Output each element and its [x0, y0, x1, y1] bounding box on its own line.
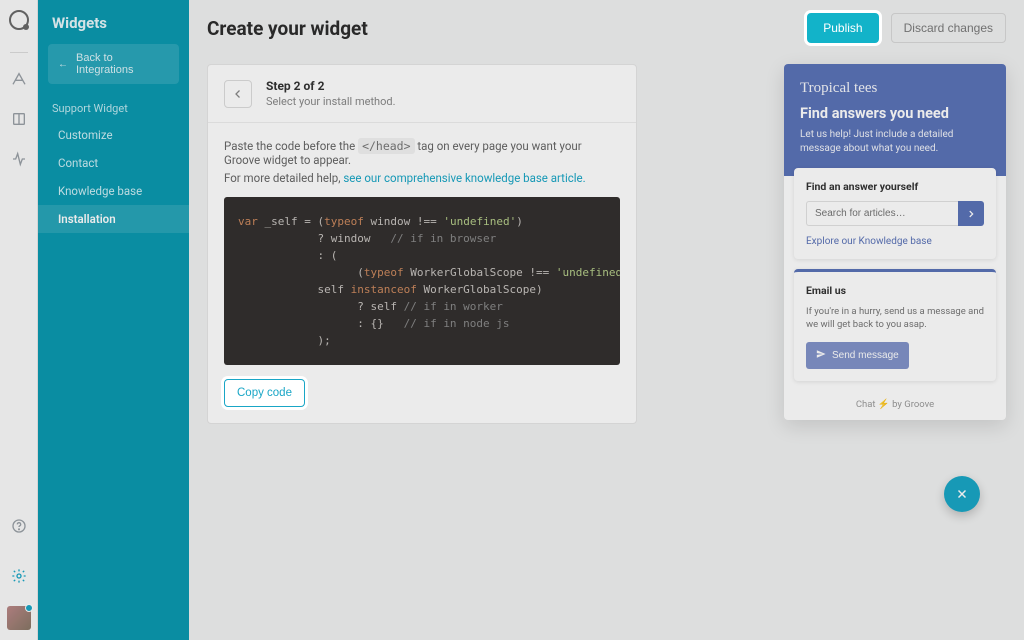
- font-icon[interactable]: [9, 69, 29, 89]
- arrow-left-icon: ←: [58, 59, 68, 70]
- paper-plane-icon: [816, 349, 826, 362]
- sidebar: Widgets ← Back to Integrations Support W…: [38, 0, 189, 640]
- preview-brand: Tropical tees: [800, 80, 990, 97]
- back-to-integrations-button[interactable]: ← Back to Integrations: [48, 44, 179, 84]
- publish-button[interactable]: Publish: [807, 13, 878, 43]
- topbar: Create your widget Publish Discard chang…: [189, 0, 1024, 56]
- close-fab[interactable]: [944, 476, 980, 512]
- step-count: Step 2 of 2: [266, 79, 395, 93]
- page-title: Create your widget: [207, 17, 368, 40]
- copy-code-button[interactable]: Copy code: [224, 379, 305, 407]
- sidebar-item-knowledge-base[interactable]: Knowledge base: [38, 177, 189, 205]
- settings-icon[interactable]: [9, 566, 29, 586]
- kb-article-link[interactable]: see our comprehensive knowledge base art…: [343, 171, 585, 185]
- app-logo-icon[interactable]: [9, 10, 29, 30]
- main-content: Create your widget Publish Discard chang…: [189, 0, 1024, 640]
- back-label: Back to Integrations: [76, 52, 169, 76]
- sidebar-item-customize[interactable]: Customize: [38, 121, 189, 149]
- preview-panel2-title: Email us: [806, 284, 984, 297]
- step-subtitle: Select your install method.: [266, 95, 395, 108]
- sidebar-section-label: Support Widget: [38, 98, 189, 121]
- preview-search-button[interactable]: [958, 201, 984, 226]
- widget-preview: Tropical tees Find answers you need Let …: [784, 64, 1006, 420]
- preview-search-panel: Find an answer yourself Explore our Know…: [794, 168, 996, 259]
- user-avatar[interactable]: [7, 606, 31, 630]
- install-code-block[interactable]: var _self = (typeof window !== 'undefine…: [224, 197, 620, 365]
- preview-panel2-body: If you're in a hurry, send us a message …: [806, 305, 984, 332]
- book-icon[interactable]: [9, 109, 29, 129]
- install-card: Step 2 of 2 Select your install method. …: [207, 64, 637, 424]
- activity-icon[interactable]: [9, 149, 29, 169]
- preview-email-panel: Email us If you're in a hurry, send us a…: [794, 269, 996, 381]
- preview-panel1-title: Find an answer yourself: [806, 180, 984, 193]
- bolt-icon: ⚡: [878, 399, 890, 410]
- preview-footer: Chat ⚡ by Groove: [784, 391, 1006, 420]
- step-back-button[interactable]: [224, 80, 252, 108]
- preview-send-button[interactable]: Send message: [806, 342, 909, 369]
- close-icon: [955, 487, 969, 501]
- preview-kb-link[interactable]: Explore our Knowledge base: [806, 236, 984, 247]
- preview-headline: Find answers you need: [800, 105, 990, 122]
- icon-rail: [0, 0, 38, 640]
- sidebar-item-contact[interactable]: Contact: [38, 149, 189, 177]
- rail-separator: [10, 52, 28, 53]
- preview-search-input[interactable]: [806, 201, 958, 226]
- instructions-help: For more detailed help, see our comprehe…: [224, 171, 620, 185]
- preview-header: Tropical tees Find answers you need Let …: [784, 64, 1006, 176]
- head-tag-code: </head>: [358, 138, 414, 154]
- sidebar-item-installation[interactable]: Installation: [38, 205, 189, 233]
- help-icon[interactable]: [9, 516, 29, 536]
- preview-subtext: Let us help! Just include a detailed mes…: [800, 128, 990, 156]
- instructions-text: Paste the code before the </head> tag on…: [224, 139, 620, 167]
- discard-button[interactable]: Discard changes: [891, 13, 1006, 43]
- sidebar-title: Widgets: [38, 14, 189, 44]
